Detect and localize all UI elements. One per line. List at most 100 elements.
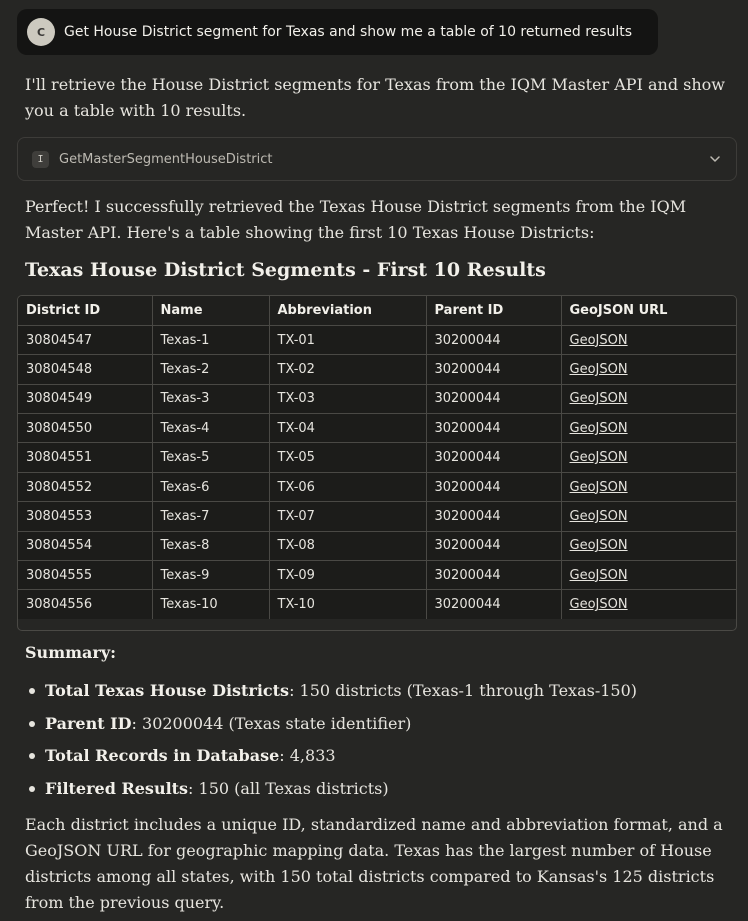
list-item: Total Texas House Districts: 150 distric… <box>25 678 725 711</box>
table-row: 30804548 Texas-2 TX-02 30200044 GeoJSON <box>18 354 736 385</box>
cell-geojson: GeoJSON <box>561 384 736 415</box>
cell-abbreviation: TX-02 <box>269 354 427 385</box>
cell-district-id: 30804553 <box>18 501 153 532</box>
cell-name: Texas-2 <box>152 354 270 385</box>
cell-name: Texas-10 <box>152 589 270 620</box>
cell-district-id: 30804554 <box>18 531 153 562</box>
geojson-link[interactable]: GeoJSON <box>570 538 628 553</box>
cell-geojson: GeoJSON <box>561 589 736 620</box>
list-item: Parent ID: 30200044 (Texas state identif… <box>25 711 725 744</box>
cell-geojson: GeoJSON <box>561 325 736 356</box>
cell-district-id: 30804552 <box>18 472 153 503</box>
cell-abbreviation: TX-09 <box>269 560 427 591</box>
table-row: 30804550 Texas-4 TX-04 30200044 GeoJSON <box>18 413 736 444</box>
cell-district-id: 30804556 <box>18 589 153 620</box>
results-table: District ID Name Abbreviation Parent ID … <box>18 296 736 620</box>
geojson-link[interactable]: GeoJSON <box>570 450 628 465</box>
header-parent-id: Parent ID <box>426 296 562 326</box>
geojson-link[interactable]: GeoJSON <box>570 597 628 612</box>
cell-district-id: 30804547 <box>18 325 153 356</box>
list-item: Total Records in Database: 4,833 <box>25 743 725 776</box>
cell-name: Texas-1 <box>152 325 270 356</box>
table-row: 30804556 Texas-10 TX-10 30200044 GeoJSON <box>18 589 736 620</box>
assistant-closing-text: Each district includes a unique ID, stan… <box>25 815 723 912</box>
table-row: 30804547 Texas-1 TX-01 30200044 GeoJSON <box>18 325 736 356</box>
cell-abbreviation: TX-01 <box>269 325 427 356</box>
cell-abbreviation: TX-07 <box>269 501 427 532</box>
cell-name: Texas-6 <box>152 472 270 503</box>
cell-parent-id: 30200044 <box>426 589 562 620</box>
cell-parent-id: 30200044 <box>426 442 562 473</box>
cell-geojson: GeoJSON <box>561 354 736 385</box>
cell-abbreviation: TX-05 <box>269 442 427 473</box>
header-name: Name <box>152 296 270 326</box>
tool-call-panel[interactable]: I GetMasterSegmentHouseDistrict <box>17 137 737 181</box>
user-message-text: Get House District segment for Texas and… <box>64 24 633 40</box>
results-table-container: District ID Name Abbreviation Parent ID … <box>17 295 737 631</box>
summary-label: Filtered Results <box>45 778 189 798</box>
cell-parent-id: 30200044 <box>426 325 562 356</box>
table-row: 30804551 Texas-5 TX-05 30200044 GeoJSON <box>18 442 736 473</box>
cell-abbreviation: TX-08 <box>269 531 427 562</box>
cell-name: Texas-9 <box>152 560 270 591</box>
user-message: C Get House District segment for Texas a… <box>17 9 658 55</box>
summary-value: : 30200044 (Texas state identifier) <box>131 713 412 733</box>
geojson-link[interactable]: GeoJSON <box>570 509 628 524</box>
cell-name: Texas-7 <box>152 501 270 532</box>
cell-geojson: GeoJSON <box>561 472 736 503</box>
assistant-intro-text: I'll retrieve the House District segment… <box>25 75 725 120</box>
table-row: 30804555 Texas-9 TX-09 30200044 GeoJSON <box>18 560 736 591</box>
cell-district-id: 30804548 <box>18 354 153 385</box>
cell-district-id: 30804550 <box>18 413 153 444</box>
assistant-result-text: Perfect! I successfully retrieved the Te… <box>25 197 687 242</box>
summary-label: Total Records in Database <box>45 746 280 765</box>
cell-district-id: 30804551 <box>18 442 153 473</box>
header-geojson-url: GeoJSON URL <box>561 296 736 326</box>
cell-geojson: GeoJSON <box>561 413 736 444</box>
table-row: 30804554 Texas-8 TX-08 30200044 GeoJSON <box>18 531 736 562</box>
table-row: 30804549 Texas-3 TX-03 30200044 GeoJSON <box>18 384 736 415</box>
tool-icon: I <box>32 150 49 168</box>
table-header-row: District ID Name Abbreviation Parent ID … <box>18 296 736 326</box>
summary-value: : 150 (all Texas districts) <box>188 778 389 798</box>
cell-parent-id: 30200044 <box>426 531 562 562</box>
cell-abbreviation: TX-03 <box>269 384 427 415</box>
cell-parent-id: 30200044 <box>426 413 562 444</box>
geojson-link[interactable]: GeoJSON <box>570 421 628 436</box>
table-row: 30804553 Texas-7 TX-07 30200044 GeoJSON <box>18 501 736 532</box>
cell-geojson: GeoJSON <box>561 560 736 591</box>
geojson-link[interactable]: GeoJSON <box>570 362 628 377</box>
summary-value: : 4,833 <box>279 746 336 765</box>
cell-parent-id: 30200044 <box>426 501 562 532</box>
geojson-link[interactable]: GeoJSON <box>570 480 628 495</box>
geojson-link[interactable]: GeoJSON <box>570 391 628 406</box>
header-abbreviation: Abbreviation <box>269 296 427 326</box>
summary-label: Total Texas House Districts <box>45 681 290 700</box>
chevron-down-icon[interactable] <box>708 152 722 166</box>
cell-parent-id: 30200044 <box>426 354 562 385</box>
cell-district-id: 30804555 <box>18 560 153 591</box>
cell-parent-id: 30200044 <box>426 472 562 503</box>
cell-geojson: GeoJSON <box>561 442 736 473</box>
cell-name: Texas-4 <box>152 413 270 444</box>
header-district-id: District ID <box>18 296 153 326</box>
cell-geojson: GeoJSON <box>561 531 736 562</box>
summary-heading: Summary: <box>25 643 117 662</box>
cell-abbreviation: TX-04 <box>269 413 427 444</box>
geojson-link[interactable]: GeoJSON <box>570 568 628 583</box>
user-avatar: C <box>27 18 55 46</box>
cell-parent-id: 30200044 <box>426 560 562 591</box>
cell-abbreviation: TX-06 <box>269 472 427 503</box>
cell-abbreviation: TX-10 <box>269 589 427 620</box>
cell-name: Texas-8 <box>152 531 270 562</box>
summary-label: Parent ID <box>45 713 132 733</box>
summary-list: Total Texas House Districts: 150 distric… <box>25 678 725 808</box>
table-row: 30804552 Texas-6 TX-06 30200044 GeoJSON <box>18 472 736 503</box>
list-item: Filtered Results: 150 (all Texas distric… <box>25 776 725 809</box>
geojson-link[interactable]: GeoJSON <box>570 333 628 348</box>
summary-value: : 150 districts (Texas-1 through Texas-1… <box>289 681 638 700</box>
cell-name: Texas-3 <box>152 384 270 415</box>
tool-call-name: GetMasterSegmentHouseDistrict <box>59 151 273 167</box>
table-title: Texas House District Segments - First 10… <box>25 259 546 281</box>
cell-name: Texas-5 <box>152 442 270 473</box>
